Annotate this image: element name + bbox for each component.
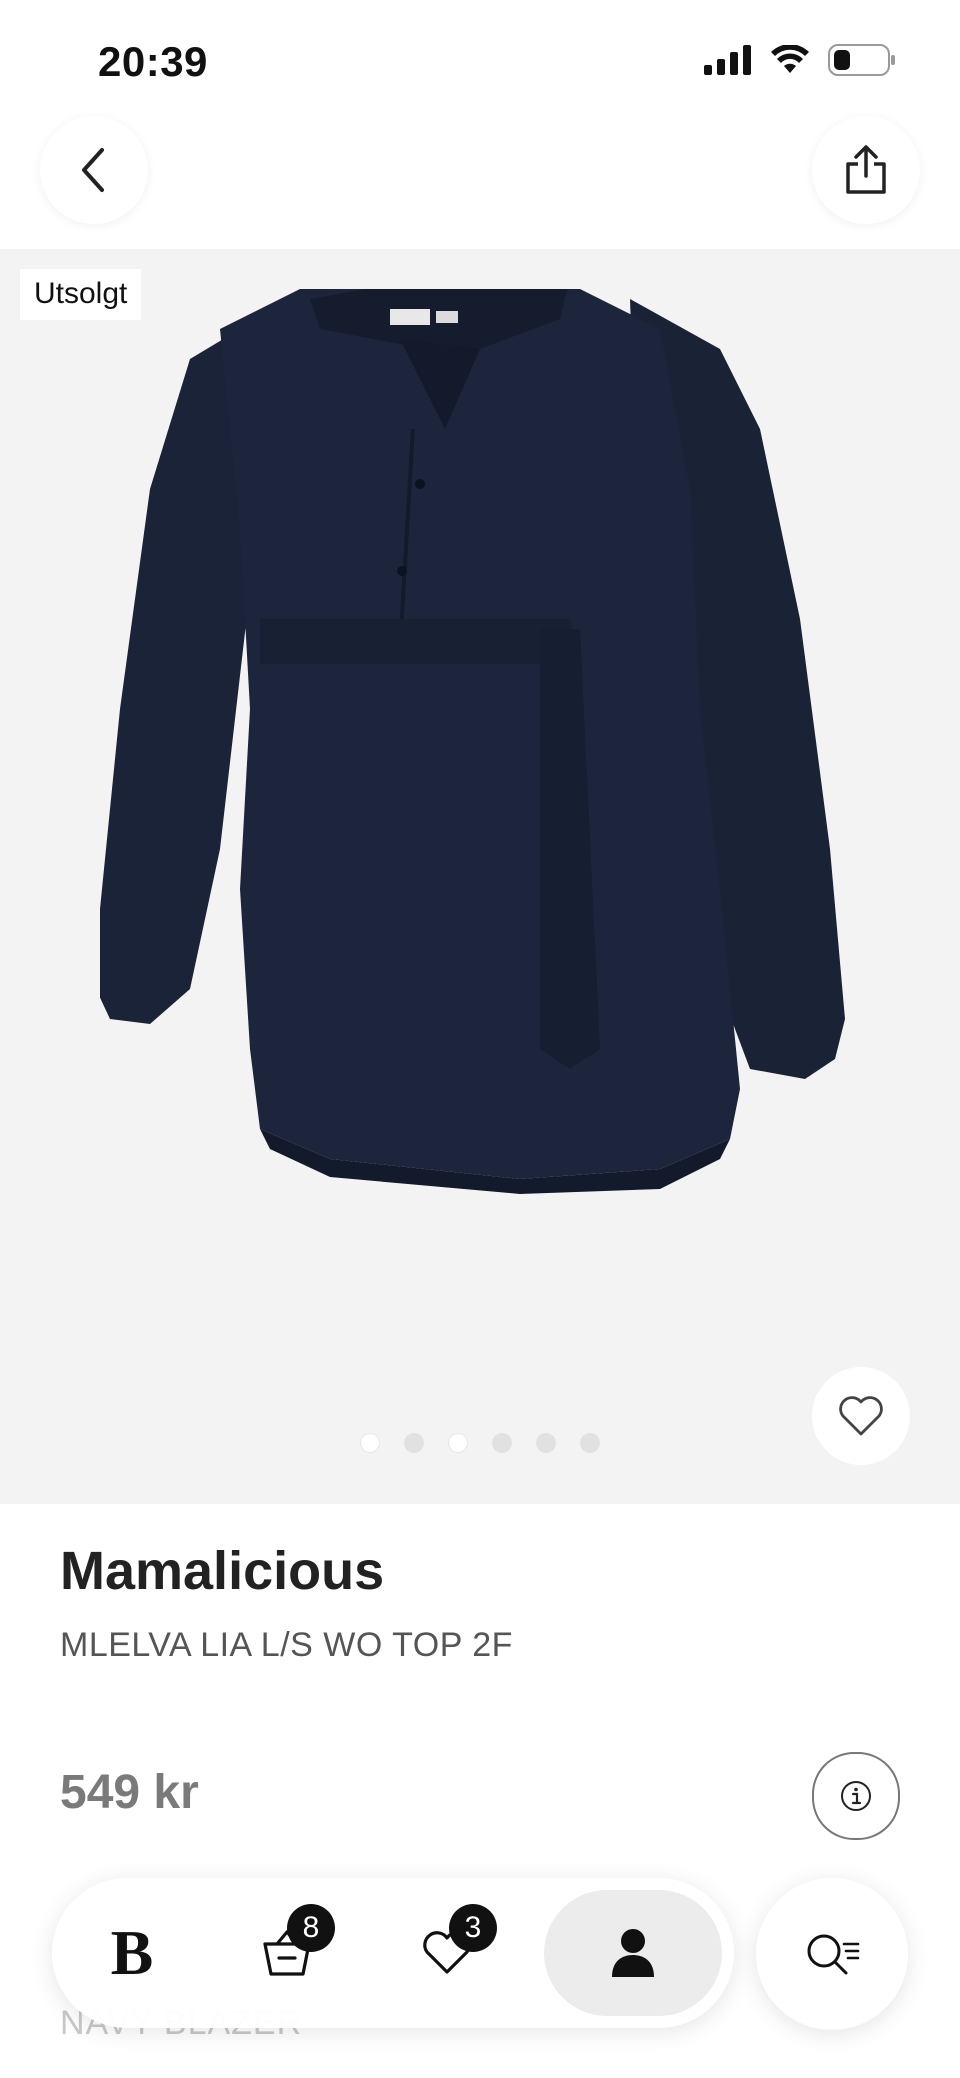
tab-wishlist[interactable]: 3 — [367, 1878, 527, 2028]
chevron-left-icon — [82, 148, 104, 192]
wishlist-count-badge: 3 — [449, 1904, 497, 1952]
tab-cart[interactable]: 8 — [207, 1878, 367, 2028]
tab-home[interactable]: B — [52, 1878, 212, 2028]
product-name: MLELVA LIA L/S WO TOP 2F — [60, 1626, 513, 1664]
status-bar: 20:39 — [0, 0, 960, 120]
carousel-dot[interactable] — [536, 1433, 556, 1453]
bottom-tab-bar: B 8 3 — [52, 1878, 734, 2028]
info-icon — [841, 1781, 871, 1811]
wifi-icon — [771, 45, 809, 73]
battery-icon — [828, 44, 895, 76]
carousel-dot[interactable] — [448, 1433, 468, 1453]
price-info-button[interactable] — [812, 1752, 900, 1840]
search-filter-icon — [807, 1934, 860, 1975]
heart-outline-icon — [839, 1396, 883, 1436]
share-button[interactable] — [812, 116, 920, 224]
cart-count-badge: 8 — [287, 1904, 335, 1952]
product-image-carousel[interactable]: Utsolgt — [0, 249, 960, 1504]
share-icon — [846, 145, 886, 194]
carousel-dot[interactable] — [404, 1433, 424, 1453]
favorite-button[interactable] — [812, 1367, 910, 1465]
status-time: 20:39 — [98, 38, 208, 85]
carousel-dot[interactable] — [360, 1433, 380, 1453]
brand-name[interactable]: Mamalicious — [60, 1540, 900, 1602]
carousel-dot[interactable] — [492, 1433, 512, 1453]
product-info: Mamalicious MLELVA LIA L/S WO TOP 2F — [60, 1540, 900, 1665]
carousel-pagination — [360, 1433, 600, 1453]
cellular-signal-icon — [704, 45, 751, 75]
search-button[interactable] — [756, 1878, 908, 2030]
tab-profile[interactable] — [544, 1890, 722, 2016]
status-icons — [704, 44, 896, 76]
back-button[interactable] — [40, 116, 148, 224]
top-bar — [0, 110, 960, 248]
person-icon — [612, 1929, 654, 1977]
carousel-dot[interactable] — [580, 1433, 600, 1453]
product-image — [100, 289, 845, 1194]
product-price: 549 kr — [60, 1766, 199, 1819]
home-logo: B — [110, 1917, 154, 1988]
